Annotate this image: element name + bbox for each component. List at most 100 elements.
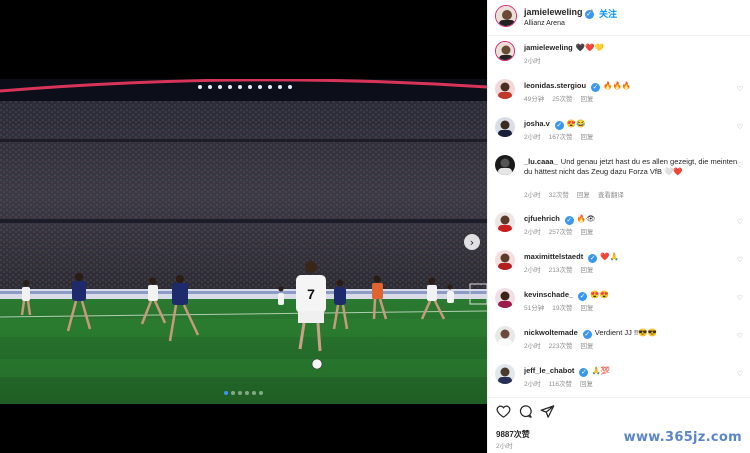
carousel-dot[interactable]	[231, 391, 235, 395]
post-side-panel: jamieleweling ✓ • 关注 Allianz Arena jamiel…	[487, 0, 750, 453]
see-translation-button[interactable]: 查看翻译	[598, 192, 624, 199]
comment-text: kevinschade_ ✓ 😍😍	[524, 290, 744, 301]
author-avatar[interactable]	[495, 5, 517, 27]
comment-likes[interactable]: 213次赞	[549, 267, 573, 274]
comment-meta: 2小时 213次赞 回复	[524, 264, 601, 274]
author-username[interactable]: jamieleweling ✓	[524, 7, 594, 19]
comment-meta: 2小时 223次赞 回复	[524, 340, 601, 350]
commenter-username[interactable]: maximittelstaedt	[524, 252, 583, 261]
commenter-username[interactable]: nickwoltemade	[524, 328, 578, 337]
post-location[interactable]: Allianz Arena	[524, 20, 565, 27]
carousel-dot[interactable]	[259, 391, 263, 395]
comment-body: 🙏💯	[591, 366, 611, 375]
reply-button[interactable]: 回复	[580, 134, 593, 141]
comment-meta: 49分钟 25次赞 回复	[524, 93, 601, 103]
reply-button[interactable]: 回复	[580, 343, 593, 350]
post-photo[interactable]: 7	[0, 79, 487, 404]
comment-text: _lu.caaa_ Und genau jetzt hast du es alle…	[524, 157, 744, 177]
comment-meta: 2小时 116次赞 回复	[524, 378, 601, 388]
comment-likes[interactable]: 25次赞	[552, 96, 572, 103]
comment-time: 2小时	[524, 192, 541, 199]
commenter-username[interactable]: jeff_le_chabot	[524, 366, 574, 375]
commenter-avatar[interactable]	[495, 41, 515, 61]
likes-count[interactable]: 9887次赞	[496, 429, 530, 440]
comment-time: 49分钟	[524, 96, 545, 103]
comment-meta: 2小时	[524, 55, 549, 65]
comment-like-heart-icon[interactable]: ♡	[737, 123, 743, 131]
verified-badge-icon: ✓	[564, 216, 574, 225]
verified-badge-icon: ✓	[554, 121, 564, 130]
reply-button[interactable]: 回复	[580, 305, 593, 312]
commenter-avatar[interactable]	[495, 250, 515, 270]
comment-like-heart-icon[interactable]: ♡	[737, 256, 743, 264]
commenter-avatar[interactable]	[495, 326, 515, 346]
reply-button[interactable]: 回复	[580, 229, 593, 236]
post-time: 2小时	[496, 443, 513, 450]
reply-button[interactable]: 回复	[577, 192, 590, 199]
commenter-avatar[interactable]	[495, 288, 515, 308]
comment-like-heart-icon[interactable]: ♡	[737, 85, 743, 93]
follow-button[interactable]: 关注	[599, 7, 617, 20]
comment-meta: 2小时 257次赞 回复	[524, 226, 601, 236]
comment-text: josha.v ✓ 😍😂	[524, 119, 744, 130]
watermark-text: www.365jz.com	[623, 430, 742, 445]
comment-body: 🖤❤️💛	[575, 43, 604, 52]
comment-likes[interactable]: 257次赞	[549, 229, 573, 236]
author-username-text[interactable]: jamieleweling	[524, 7, 583, 17]
comment-body: 🔥🔥🔥	[603, 81, 632, 90]
jersey-number: 7	[307, 286, 315, 302]
heart-outline-icon[interactable]	[496, 404, 511, 419]
commenter-username[interactable]: leonidas.stergiou	[524, 81, 586, 90]
stadium-photo: 7	[0, 79, 487, 404]
comment-like-heart-icon[interactable]: ♡	[737, 332, 743, 340]
comment-likes[interactable]: 116次赞	[549, 381, 572, 388]
commenter-username[interactable]: josha.v	[524, 119, 550, 128]
commenter-username[interactable]: _lu.caaa_	[524, 157, 558, 166]
reply-button[interactable]: 回复	[580, 267, 593, 274]
comment-likes[interactable]: 167次赞	[549, 134, 573, 141]
comment-meta: 2小时 32次赞 回复 查看翻译	[524, 189, 632, 199]
comment-likes[interactable]: 223次赞	[549, 343, 573, 350]
comment-like-heart-icon[interactable]: ♡	[737, 370, 743, 378]
comment-body: 🔥👁	[576, 214, 596, 223]
carousel-dot[interactable]	[252, 391, 256, 395]
comment-text: leonidas.stergiou ✓ 🔥🔥🔥	[524, 81, 744, 92]
commenter-username[interactable]: cjfuehrich	[524, 214, 560, 223]
paper-plane-icon[interactable]	[540, 404, 555, 419]
comment-text: maximittelstaedt ✓ ❤️🙏	[524, 252, 744, 263]
verified-badge-icon: ✓	[591, 83, 601, 92]
comment-body: 😍😍	[590, 290, 609, 299]
comment-time: 2小时	[524, 381, 541, 388]
comment-time: 2小时	[524, 267, 541, 274]
verified-badge-icon: ✓	[588, 254, 598, 263]
carousel-next-button[interactable]: ›	[464, 234, 480, 250]
verified-badge-icon: ✓	[578, 292, 588, 301]
carousel-dot[interactable]	[224, 391, 228, 395]
comment-likes[interactable]: 19次赞	[552, 305, 572, 312]
comment-text: jamieleweling 🖤❤️💛	[524, 43, 744, 53]
comment-text: nickwoltemade ✓ Verdient JJ !!😎😎	[524, 328, 744, 339]
carousel-dot[interactable]	[245, 391, 249, 395]
commenter-username[interactable]: kevinschade_	[524, 290, 573, 299]
reply-button[interactable]: 回复	[580, 96, 593, 103]
reply-button[interactable]: 回复	[580, 381, 593, 388]
comment-body: ❤️🙏	[600, 252, 619, 261]
commenter-username[interactable]: jamieleweling	[524, 43, 573, 52]
comment-likes[interactable]: 32次赞	[549, 192, 569, 199]
post-header: jamieleweling ✓ • 关注 Allianz Arena	[488, 0, 750, 36]
comment-like-heart-icon[interactable]: ♡	[737, 294, 743, 302]
carousel-dot[interactable]	[238, 391, 242, 395]
comment-meta: 2小时 167次赞 回复	[524, 131, 601, 141]
comments-list: jamieleweling 🖤❤️💛 2小时 leonidas.stergiou ✓ 🔥🔥…	[488, 37, 750, 397]
commenter-avatar[interactable]	[495, 212, 515, 232]
comment-body: Verdient JJ !!😎😎	[594, 328, 657, 337]
commenter-avatar[interactable]	[495, 155, 515, 175]
comment-time: 2小时	[524, 229, 541, 236]
commenter-avatar[interactable]	[495, 364, 515, 384]
comment-time: 2小时	[524, 134, 541, 141]
commenter-avatar[interactable]	[495, 117, 515, 137]
speech-bubble-icon[interactable]	[518, 404, 533, 419]
comment-like-heart-icon[interactable]: ♡	[737, 161, 743, 169]
commenter-avatar[interactable]	[495, 79, 515, 99]
comment-like-heart-icon[interactable]: ♡	[737, 218, 743, 226]
